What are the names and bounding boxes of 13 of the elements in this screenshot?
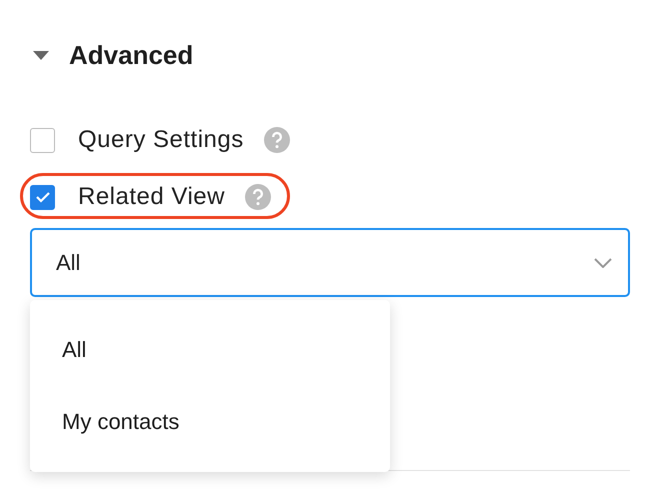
check-icon — [34, 191, 50, 203]
checkbox[interactable] — [30, 128, 55, 152]
checkbox-label: Query Settings — [78, 126, 244, 154]
checkbox-label: Related View — [78, 183, 225, 211]
help-icon[interactable] — [244, 184, 271, 210]
menu-item[interactable]: All — [30, 314, 390, 386]
select-field[interactable]: All — [30, 228, 630, 297]
collapse-triangle-icon[interactable] — [33, 50, 49, 60]
menu-item[interactable]: My contacts — [30, 386, 390, 458]
help-icon[interactable] — [264, 127, 290, 153]
checkbox[interactable] — [30, 184, 55, 210]
chevron-down-icon — [594, 258, 612, 268]
section-title: Advanced — [69, 40, 194, 70]
